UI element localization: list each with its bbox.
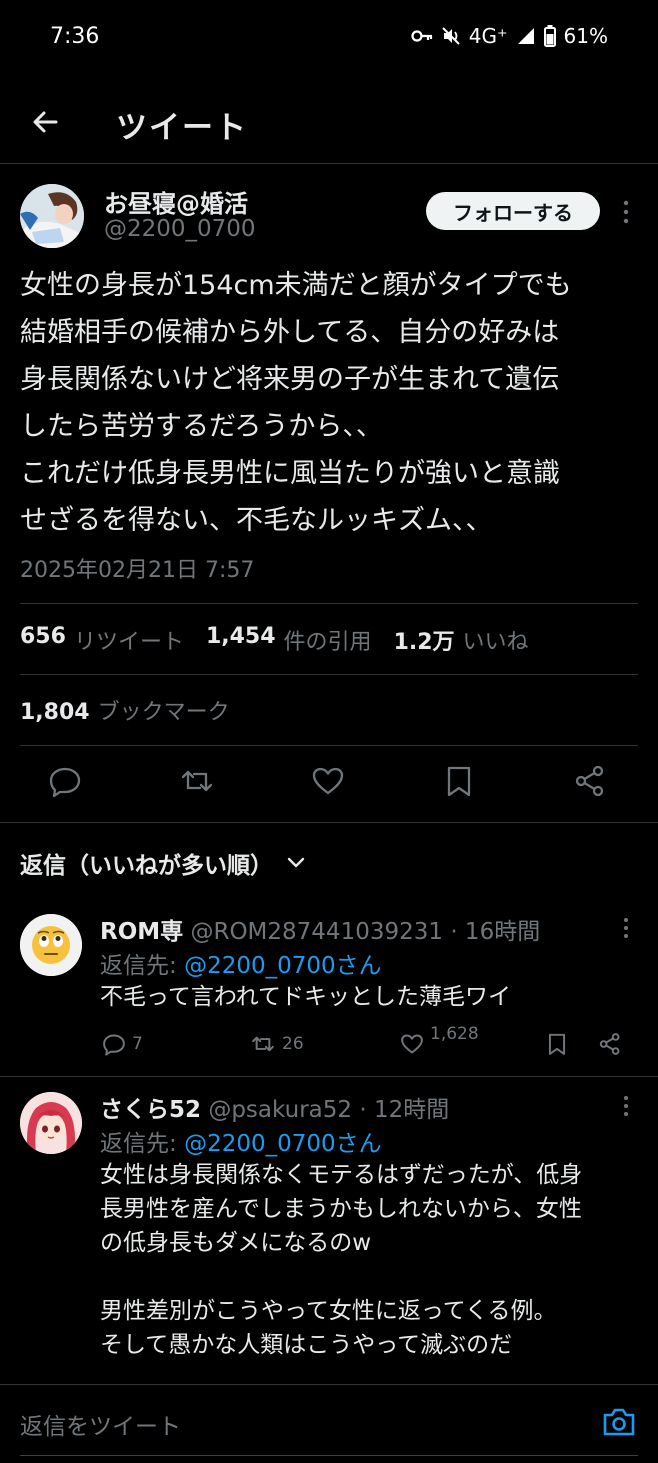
retweet-icon xyxy=(252,1036,274,1052)
bookmark-stats: 1,804 ブックマーク xyxy=(20,694,230,726)
retweet-icon[interactable] xyxy=(180,764,214,798)
quote-count[interactable]: 1,454 xyxy=(206,624,276,656)
status-bar: 7:36 4G⁺ 61% xyxy=(0,0,658,76)
tweet-text: 女性の身長が154cm未満だと顔がタイプでも 結婚相手の候補から外してる、自分の… xyxy=(20,270,572,536)
reply-time: · 12時間 xyxy=(359,1097,450,1123)
bookmark-icon[interactable] xyxy=(442,764,476,798)
reply-author-handle[interactable]: @psakura52 xyxy=(208,1097,352,1123)
tweet-timestamp[interactable]: 2025年02月21日 7:57 xyxy=(20,552,254,584)
mute-icon xyxy=(442,27,460,45)
author-avatar[interactable] xyxy=(20,184,84,248)
more-icon[interactable] xyxy=(618,916,634,940)
reply-input[interactable]: 返信をツイート xyxy=(20,1407,181,1441)
reply-compose-bar: 返信をツイート xyxy=(0,1384,658,1463)
divider xyxy=(0,1076,658,1077)
reply-text: 女性は身長関係なくモテるはずだったが、低身 長男性を産んでしまうかもしれないから… xyxy=(100,1162,583,1358)
reply-text: 不毛って言われてドキッとした薄毛ワイ xyxy=(100,984,512,1010)
like-icon[interactable] xyxy=(311,764,345,798)
share-icon[interactable] xyxy=(598,1032,622,1056)
status-icons: 4G⁺ 61% xyxy=(411,24,608,48)
camera-icon[interactable] xyxy=(602,1407,636,1437)
reply-header: さくら52 @psakura52 · 12時間 xyxy=(100,1090,449,1124)
chevron-down-icon xyxy=(287,857,305,868)
reply-author-handle[interactable]: @ROM287441039231 xyxy=(190,919,443,945)
reply-like-action[interactable]: 1,628 xyxy=(400,1024,479,1056)
status-time: 7:36 xyxy=(50,24,100,49)
author-name[interactable]: お昼寝@婚活 xyxy=(104,184,248,219)
divider xyxy=(20,603,638,604)
retweet-count[interactable]: 656 xyxy=(20,624,66,656)
bookmark-icon[interactable] xyxy=(545,1032,569,1056)
reply-avatar[interactable] xyxy=(20,914,82,976)
like-icon xyxy=(401,1034,423,1054)
quote-label[interactable]: 件の引用 xyxy=(284,624,372,656)
reply-retweet-action[interactable]: 26 xyxy=(250,1032,304,1056)
reply-author-name[interactable]: ROM専 xyxy=(100,919,183,945)
reply-reply-action[interactable]: 7 xyxy=(102,1032,143,1056)
reply-avatar[interactable] xyxy=(20,1092,82,1154)
reply-sort-selector[interactable]: 返信（いいねが多い順） xyxy=(20,846,305,880)
divider xyxy=(20,674,638,675)
tweet-stats: 656 リツイート 1,454 件の引用 1.2万 いいね xyxy=(20,624,551,656)
page-title: ツイート xyxy=(116,110,248,146)
reply-to-mention[interactable]: @2200_0700さん xyxy=(184,953,382,979)
share-icon[interactable] xyxy=(573,764,607,798)
author-handle[interactable]: @2200_0700 xyxy=(104,216,256,242)
more-icon[interactable] xyxy=(618,1094,634,1118)
reply-like-count: 1,628 xyxy=(430,1024,479,1044)
reply-retweet-count: 26 xyxy=(282,1034,304,1054)
retweet-label[interactable]: リツイート xyxy=(74,624,184,656)
reply-to-prefix: 返信先: xyxy=(100,1131,177,1157)
more-icon[interactable] xyxy=(616,198,636,226)
reply-sort-label: 返信（いいねが多い順） xyxy=(20,853,273,879)
back-arrow-icon[interactable] xyxy=(26,102,66,142)
reply-to-prefix: 返信先: xyxy=(100,953,177,979)
compose-underline xyxy=(20,1455,638,1456)
reply-header: ROM専 @ROM287441039231 · 16時間 xyxy=(100,912,540,946)
reply-time: · 16時間 xyxy=(450,919,541,945)
bookmark-label[interactable]: ブックマーク xyxy=(98,700,230,725)
divider xyxy=(20,745,638,746)
key-icon xyxy=(411,30,432,42)
reply-icon[interactable] xyxy=(48,764,82,798)
battery-icon xyxy=(543,25,556,47)
network-type: 4G⁺ xyxy=(468,24,508,48)
reply-to-mention[interactable]: @2200_0700さん xyxy=(184,1131,382,1157)
divider xyxy=(0,822,658,823)
like-label[interactable]: いいね xyxy=(463,624,529,656)
signal-icon xyxy=(517,28,534,44)
top-app-bar: ツイート xyxy=(0,80,658,164)
like-count[interactable]: 1.2万 xyxy=(394,624,455,656)
bookmark-count[interactable]: 1,804 xyxy=(20,700,90,725)
reply-to-line: 返信先: @2200_0700さん xyxy=(100,946,382,980)
reply-icon xyxy=(103,1034,125,1056)
reply-author-name[interactable]: さくら52 xyxy=(100,1097,201,1123)
reply-reply-count: 7 xyxy=(132,1034,143,1054)
follow-button[interactable]: フォローする xyxy=(426,192,600,230)
reply-to-line: 返信先: @2200_0700さん xyxy=(100,1124,382,1158)
battery-level: 61% xyxy=(563,24,608,48)
